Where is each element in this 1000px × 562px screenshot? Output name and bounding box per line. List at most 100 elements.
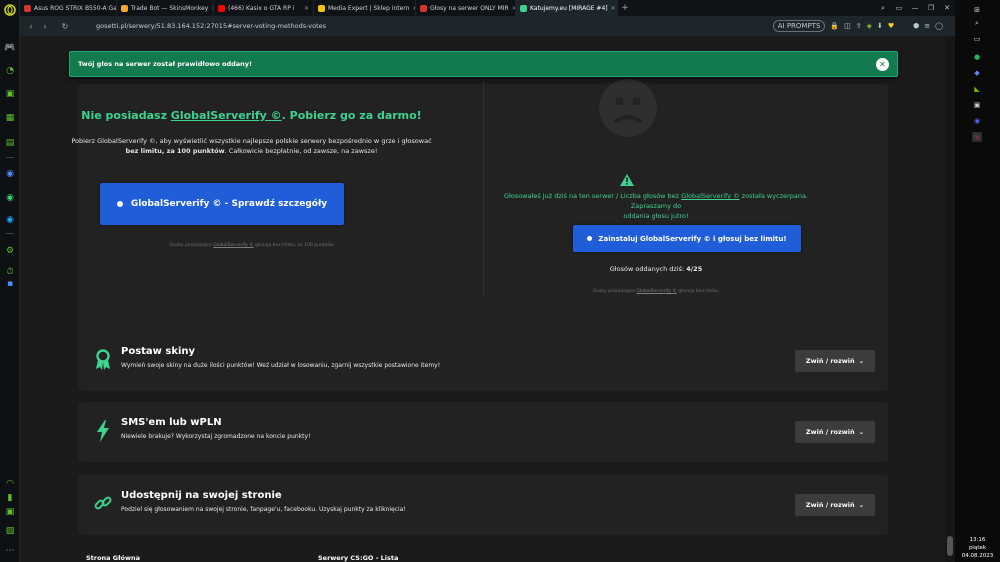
section-share: Udostępnij na swojej stronie Podziel się… (78, 475, 888, 535)
share-icon[interactable]: ⇪ (856, 22, 862, 30)
left-note: Osoby posiadające GlobalServerify © głos… (20, 243, 483, 248)
notification-text: Twój głos na serwer został prawidłowo od… (78, 60, 252, 68)
tab-label: Głosy na serwer ONLY MIR (430, 4, 509, 12)
note-text: głosują bez limitu, za 100 punktów (253, 243, 334, 248)
title-text: Nie posiadasz (81, 109, 171, 122)
forward-icon[interactable]: › (38, 22, 52, 31)
back-icon[interactable]: ‹ (24, 22, 38, 31)
toggle-button[interactable]: Zwiń / rozwiń ⌄ (795, 350, 875, 372)
globalserverify-link[interactable]: GlobalServerify © (681, 192, 739, 200)
whatsapp-icon[interactable]: ◉ (4, 192, 16, 204)
note-text: głosują bez limitu. (676, 289, 720, 294)
tab-youtube[interactable]: (466) Kasix o GTA RP i ✕ (214, 0, 314, 16)
browser-sidebar: 🎮 ◔ ▣ ▦ ▤ ◉ ◉ ◉ ⚙ ⏱ ▪ ◠ ▮ ▣ ▨ ⋯ (0, 0, 20, 562)
clock-day[interactable]: piątek (955, 545, 1000, 552)
speed-dial-icon[interactable]: ◔ (4, 65, 16, 77)
history-icon[interactable]: ⏱ (4, 266, 16, 278)
close-icon[interactable]: ✕ (876, 58, 889, 71)
monkey-icon (121, 4, 128, 12)
spotify-icon[interactable]: ● (972, 52, 982, 62)
app-icon[interactable]: ◆ (972, 68, 982, 78)
chevron-down-icon: ⌄ (858, 357, 865, 365)
section-description: Wymień swoje skiny na duże ilości punktó… (121, 362, 441, 369)
clock-time[interactable]: 13:16 (955, 537, 1000, 544)
section-postaw-skiny: Postaw skiny Wymień swoje skiny na duże … (78, 331, 888, 391)
close-window-icon[interactable]: ✕ (939, 4, 955, 12)
footer-link-home[interactable]: Strona Główna (86, 554, 140, 562)
lightning-icon (97, 420, 109, 442)
toggle-button[interactable]: Zwiń / rozwiń ⌄ (795, 421, 875, 443)
note-link[interactable]: GlobalServerify © (636, 289, 676, 294)
wallet-icon[interactable]: ▭ (891, 4, 907, 12)
menu-icon[interactable]: ≡ (924, 22, 930, 30)
close-icon[interactable]: ✕ (608, 5, 616, 12)
windows-start-icon[interactable]: ⊞ (972, 5, 982, 15)
opera-gx-icon[interactable]: ◎ (972, 132, 982, 142)
gamepad-icon[interactable]: 🎮 (4, 42, 16, 54)
messenger-icon[interactable]: ◉ (4, 168, 16, 180)
footer-link-csgo[interactable]: Serwery CS:GO - Lista (318, 554, 398, 562)
minimize-icon[interactable]: — (907, 4, 923, 12)
opera-logo-icon[interactable] (4, 4, 16, 16)
task-view-icon[interactable]: ▭ (972, 34, 982, 44)
extensions-icon[interactable]: ▪ (4, 278, 16, 290)
download-icon[interactable]: ⬇ (877, 22, 883, 30)
section-title: Udostępnij na swojej stronie (121, 490, 282, 501)
footer-links: Strona Główna Serwery CS:GO - Lista (78, 554, 888, 562)
lock-icon[interactable]: 🔒 (830, 22, 839, 30)
camera-icon[interactable]: ◫ (844, 22, 851, 30)
award-icon (96, 349, 110, 370)
install-globalserverify-button[interactable]: Zainstaluj GlobalServerify © i głosuj be… (573, 225, 801, 252)
check-details-button[interactable]: GlobalServerify © - Sprawdź szczegóły (100, 183, 344, 225)
settings-icon[interactable]: ⚙ (4, 245, 16, 257)
search-icon[interactable]: ⌕ (972, 18, 982, 28)
search-tabs-icon[interactable]: ⌕ (875, 4, 891, 13)
url-field[interactable]: gosetti.pl/serwery/51.83.164.152:27015#s… (96, 22, 773, 30)
info-icon (116, 201, 123, 207)
tab-glosy[interactable]: Głosy na serwer ONLY MIR ✕ (416, 0, 516, 16)
nvidia-icon[interactable]: ◣ (972, 84, 982, 94)
gallery-icon[interactable]: ▣ (972, 100, 982, 110)
close-icon[interactable]: ✕ (509, 5, 515, 12)
discord-icon[interactable]: ◉ (972, 116, 982, 126)
globalserverify-link[interactable]: GlobalServerify © (171, 109, 282, 122)
tab-label: Asus ROG STRIX B550-A Ga (34, 4, 117, 12)
tab-skinsmonkey[interactable]: Trade Bot — SkinsMonkey ✕ (117, 0, 214, 16)
chevron-down-icon: ⌄ (858, 501, 865, 509)
chevron-down-icon: ⌄ (858, 428, 865, 436)
tab-asus[interactable]: Asus ROG STRIX B550-A Ga ✕ (20, 0, 117, 16)
maximize-icon[interactable]: ❐ (923, 4, 939, 12)
desc-text: Głosowałeś już dziś na ten serwer / Licz… (503, 192, 682, 200)
red-arrow-icon (24, 4, 31, 12)
heart-icon[interactable]: ♥ (888, 22, 894, 30)
page-scrollbar[interactable] (945, 36, 955, 562)
info-icon (587, 236, 593, 241)
title-text: . Pobierz go za darmo! (281, 109, 422, 122)
twitch-icon[interactable]: ▦ (4, 112, 16, 124)
gamepad-icon (520, 4, 527, 12)
wifi-icon[interactable]: ◠ (4, 478, 16, 490)
tab-katujemy[interactable]: Katujemy.eu [MIRAGE #4] ✕ (516, 0, 618, 16)
tab-media-expert[interactable]: Media Expert | Sklep intern ✕ (314, 0, 416, 16)
vpn-icon[interactable]: ◈ (867, 22, 872, 30)
cpu-icon[interactable]: ▣ (4, 506, 16, 518)
clock-date[interactable]: 04.08.2023 (955, 553, 1000, 560)
scrollbar-thumb[interactable] (947, 536, 953, 556)
more-icon[interactable]: ⋯ (4, 545, 16, 557)
bag-icon[interactable]: ▣ (4, 88, 16, 100)
store-icon[interactable]: ▤ (4, 137, 16, 149)
note-link[interactable]: GlobalServerify © (213, 243, 253, 248)
note-text: Osoby posiadające (169, 243, 214, 248)
battery-icon[interactable]: ▮ (4, 492, 16, 504)
new-tab-button[interactable]: + (618, 0, 632, 16)
votes-today: Głosów oddanych dziś: 4/25 (483, 265, 829, 273)
tab-label: (466) Kasix o GTA RP i (228, 4, 295, 12)
profile-icon[interactable]: ◯ (935, 22, 943, 30)
toggle-button[interactable]: Zwiń / rozwiń ⌄ (795, 494, 875, 516)
reload-icon[interactable]: ↻ (58, 22, 72, 31)
close-icon[interactable]: ✕ (301, 5, 309, 12)
image-icon[interactable]: ▨ (4, 525, 16, 537)
twitter-icon[interactable]: ◉ (4, 214, 16, 226)
extension-cube-icon[interactable]: ⬢ (913, 22, 919, 30)
ai-prompts-button[interactable]: AI PROMPTS (772, 20, 826, 32)
